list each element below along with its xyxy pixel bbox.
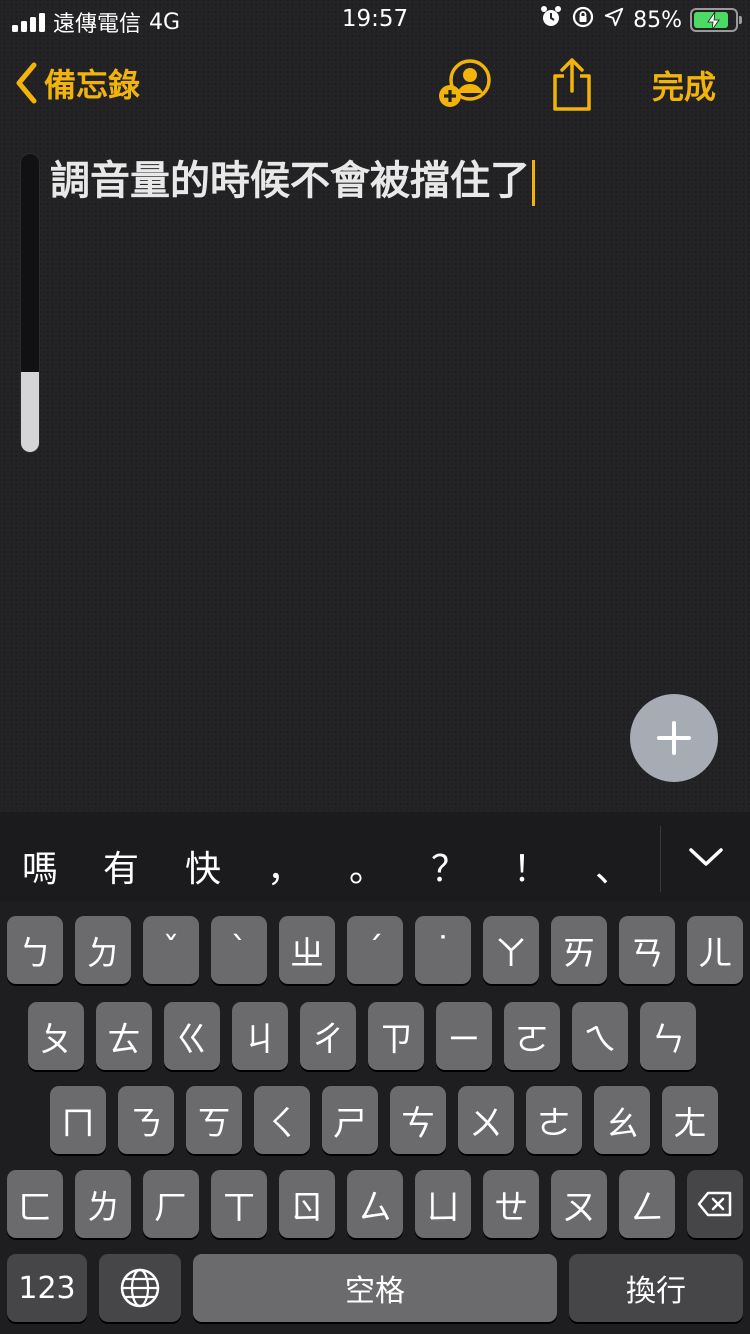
key[interactable]: ㄘ [390,1086,446,1154]
candidate-item[interactable]: 快 [178,840,228,892]
key[interactable]: ㄥ [619,1170,675,1238]
delete-key[interactable] [687,1170,743,1238]
candidate-divider [660,826,661,892]
candidate-item[interactable]: ， [260,840,310,892]
plus-icon [657,721,691,755]
candidate-item[interactable]: 嗎 [15,840,65,892]
key[interactable]: ㄉ [75,916,131,984]
key[interactable]: ㄠ [594,1086,650,1154]
key[interactable]: ㄋ [118,1086,174,1154]
volume-indicator [20,153,40,453]
rotation-lock-icon [571,5,595,35]
key[interactable]: ㄖ [279,1170,335,1238]
chevron-left-icon [16,62,37,104]
add-person-icon [439,59,491,107]
space-key[interactable]: 空格 [193,1254,557,1322]
share-icon [553,58,591,111]
candidate-item[interactable]: ？ [424,840,474,892]
backspace-icon [697,1191,732,1217]
candidate-item[interactable]: 。 [342,840,392,892]
key[interactable]: ㄊ [96,1002,152,1070]
add-person-button[interactable] [436,56,496,112]
chevron-down-icon[interactable] [686,842,726,872]
key[interactable]: ˊ [347,916,403,984]
candidate-item[interactable]: 、 [588,840,638,892]
back-label: 備忘錄 [44,66,141,104]
battery-charging-icon [690,8,742,32]
key[interactable]: ㄟ [572,1002,628,1070]
note-text: 調音量的時候不會被擋住了 [50,158,530,204]
key[interactable]: ㄆ [28,1002,84,1070]
key[interactable]: ㄍ [164,1002,220,1070]
candidate-item[interactable]: ！ [506,840,556,892]
numbers-key[interactable]: 123 [7,1254,87,1322]
key[interactable]: ㄕ [322,1086,378,1154]
key[interactable]: ㄦ [687,916,743,984]
text-cursor [532,160,535,206]
add-button[interactable] [630,694,718,782]
key[interactable]: ㄇ [50,1086,106,1154]
key[interactable]: ㄒ [211,1170,267,1238]
key[interactable]: ㄜ [526,1086,582,1154]
key[interactable]: ㄣ [640,1002,696,1070]
key[interactable]: ㄓ [279,916,335,984]
location-icon [603,6,625,34]
key[interactable]: ㄎ [186,1086,242,1154]
candidate-bar: 嗎 有 快 ， 。 ？ ！ 、 [0,812,750,902]
key[interactable]: ˋ [211,916,267,984]
key[interactable]: ㄩ [415,1170,471,1238]
key[interactable]: ㄝ [483,1170,539,1238]
key[interactable]: ㄑ [254,1086,310,1154]
key[interactable]: ㄙ [347,1170,403,1238]
key[interactable]: ㄏ [143,1170,199,1238]
key[interactable]: ㄞ [551,916,607,984]
share-button[interactable] [542,56,602,112]
key[interactable]: ㄌ [75,1170,131,1238]
key[interactable]: ㄛ [504,1002,560,1070]
key[interactable]: ˙ [415,916,471,984]
key[interactable]: ㄡ [551,1170,607,1238]
candidate-item[interactable]: 有 [96,840,146,892]
key[interactable]: ㄔ [300,1002,356,1070]
back-button[interactable]: 備忘錄 [14,60,140,106]
key[interactable]: ㄈ [7,1170,63,1238]
key[interactable]: ˇ [143,916,199,984]
key[interactable]: ㄧ [436,1002,492,1070]
status-bar: 遠傳電信 4G 19:57 85% [0,0,750,40]
key[interactable]: ㄗ [368,1002,424,1070]
volume-level [21,371,39,452]
note-body[interactable]: 調音量的時候不會被擋住了 [50,148,535,206]
battery-percent: 85% [633,7,682,33]
key[interactable]: ㄐ [232,1002,288,1070]
globe-icon [120,1268,160,1308]
globe-key[interactable] [99,1254,181,1322]
alarm-icon [539,5,563,35]
navigation-bar: 備忘錄 完成 [0,50,750,120]
key[interactable]: ㄅ [7,916,63,984]
note-background [0,0,750,812]
key[interactable]: ㄢ [619,916,675,984]
zhuyin-keyboard: ㄅ ㄉ ˇ ˋ ㄓ ˊ ˙ ㄚ ㄞ ㄢ ㄦ ㄆ ㄊ ㄍ ㄐ ㄔ ㄗ ㄧ ㄛ ㄟ … [0,902,750,1334]
key[interactable]: ㄤ [662,1086,718,1154]
return-key[interactable]: 換行 [569,1254,743,1322]
done-button[interactable]: 完成 [652,62,716,108]
key[interactable]: ㄚ [483,916,539,984]
key[interactable]: ㄨ [458,1086,514,1154]
